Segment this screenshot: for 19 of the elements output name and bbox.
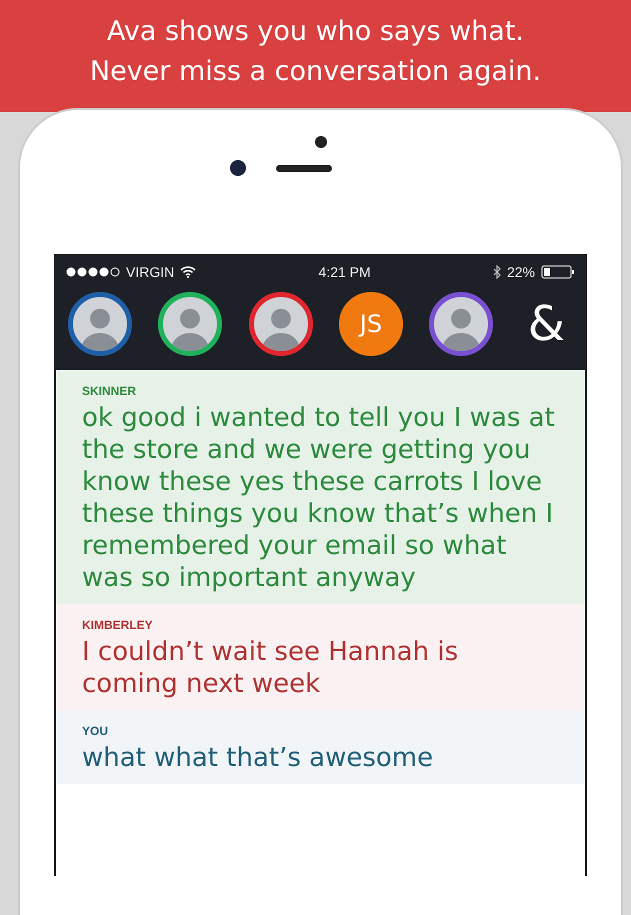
speaker-icon	[276, 164, 332, 172]
headline-text: Never miss a conversation again.	[90, 55, 542, 89]
bluetooth-icon	[492, 265, 501, 279]
time-text: 4:21 PM	[318, 264, 371, 280]
carrier-text: VIRGIN	[126, 264, 174, 280]
message-text: what what that’s awesome	[82, 742, 434, 774]
sensor-dot-icon	[314, 136, 326, 148]
battery-text: 22%	[506, 264, 535, 280]
message-text: ok good i wanted to tell you I was at the store and we were getting you know these yes these carrots I love these things you know that’s when I remembered your email so what was so important anyway	[82, 402, 556, 594]
headline-text: Ava shows you who says what.	[106, 15, 524, 49]
speaker-name: SKINNER	[82, 384, 138, 398]
camera-icon	[230, 160, 246, 176]
wifi-icon	[180, 266, 196, 278]
message-text: I couldn’t wait see Hannah is coming next week	[82, 636, 460, 700]
battery-icon	[541, 265, 575, 279]
speaker-name: YOU	[82, 724, 110, 738]
signal-icon	[66, 267, 120, 277]
speaker-name: KIMBERLEY	[82, 618, 154, 632]
add-participant-button[interactable]: &	[520, 296, 573, 352]
